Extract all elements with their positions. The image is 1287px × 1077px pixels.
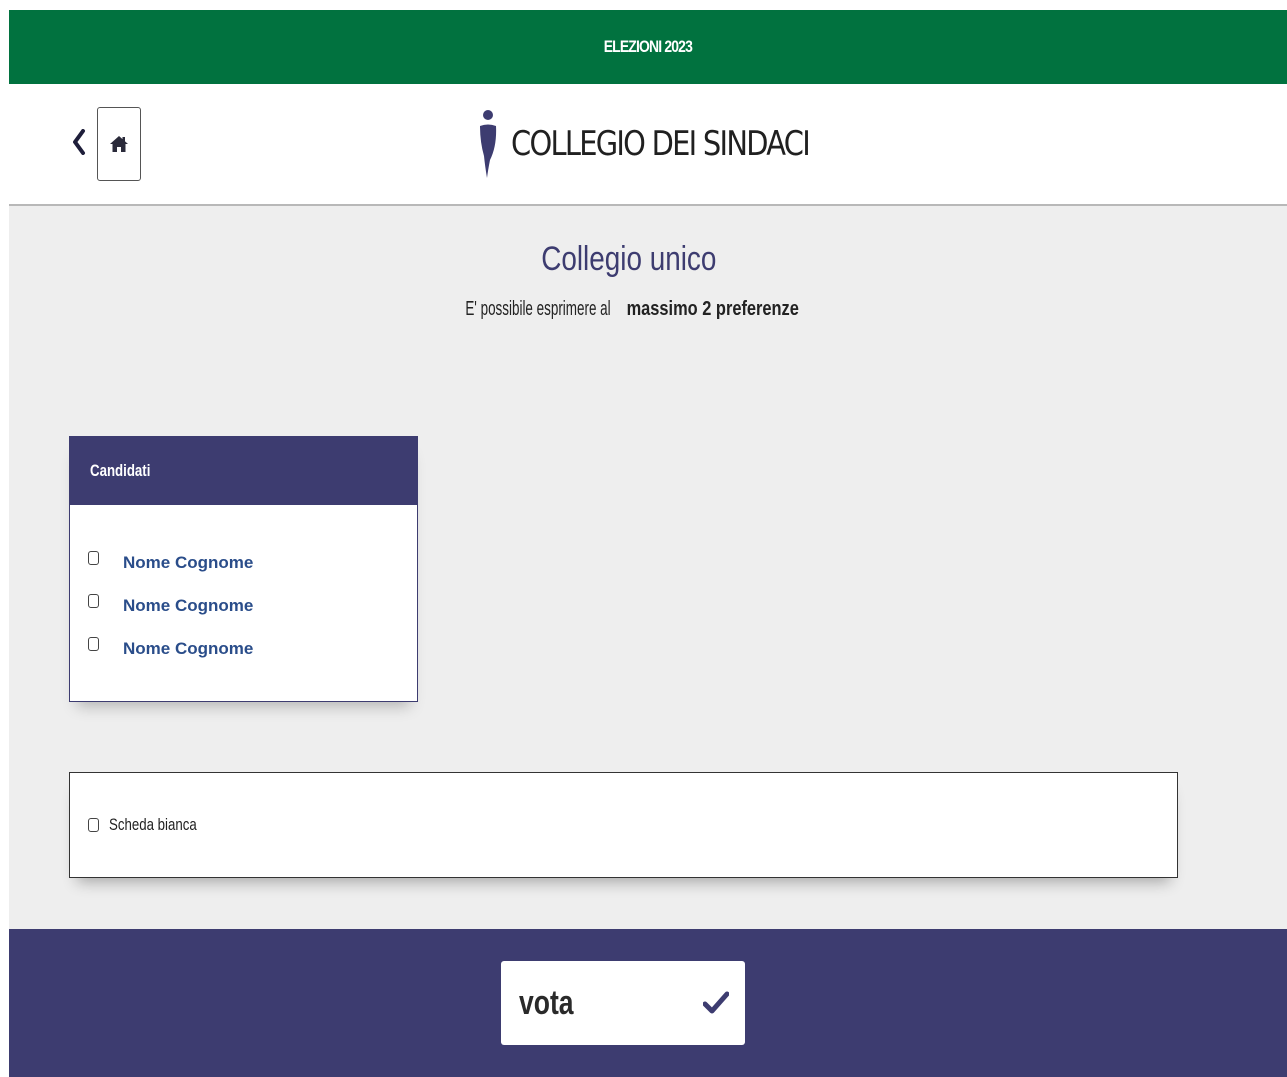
candidate-option[interactable]: Nome Cognome	[88, 541, 417, 584]
subtitle-emphasis: massimo 2 preferenze	[626, 298, 799, 320]
candidate-checkbox[interactable]	[88, 636, 99, 651]
person-i-logo	[480, 110, 497, 178]
candidate-checkbox[interactable]	[88, 550, 99, 565]
candidate-name: Nome Cognome	[123, 552, 254, 572]
blank-ballot-panel[interactable]: Scheda bianca	[69, 772, 1178, 878]
home-button[interactable]	[97, 107, 141, 181]
page-title: COLLEGIO DEI SINDACI	[511, 124, 811, 164]
app-header: COLLEGIO DEI SINDACI	[9, 84, 1287, 206]
blank-ballot-label: Scheda bianca	[109, 815, 197, 834]
candidate-option[interactable]: Nome Cognome	[88, 584, 417, 627]
vote-label: vota	[519, 983, 574, 1022]
checkmark-icon	[703, 991, 729, 1014]
brand: COLLEGIO DEI SINDACI	[477, 106, 862, 182]
footer-bar: vota	[9, 929, 1287, 1077]
chevron-left-icon	[73, 129, 85, 155]
vote-button[interactable]: vota	[501, 961, 745, 1045]
candidate-name: Nome Cognome	[123, 638, 254, 658]
candidate-option[interactable]: Nome Cognome	[88, 627, 417, 670]
main-content: Collegio unico E' possibile esprimere al…	[9, 206, 1287, 929]
candidate-list: Nome Cognome Nome Cognome Nome Cognome	[70, 505, 417, 670]
back-button[interactable]	[67, 122, 91, 162]
home-icon	[110, 136, 128, 152]
blank-ballot-checkbox[interactable]	[88, 818, 99, 832]
section-title: Collegio unico	[541, 240, 717, 278]
top-banner: ELEZIONI 2023	[9, 10, 1287, 84]
candidates-panel: Candidati Nome Cognome Nome Cognome Nome…	[69, 436, 418, 702]
section-subtitle: E' possibile esprimere al massimo 2 pref…	[9, 298, 1239, 321]
candidate-name: Nome Cognome	[123, 595, 254, 615]
candidate-checkbox[interactable]	[88, 593, 99, 608]
subtitle-prefix: E' possibile esprimere al	[465, 298, 611, 320]
candidates-header: Candidati	[70, 437, 417, 505]
banner-title: ELEZIONI 2023	[603, 37, 693, 56]
